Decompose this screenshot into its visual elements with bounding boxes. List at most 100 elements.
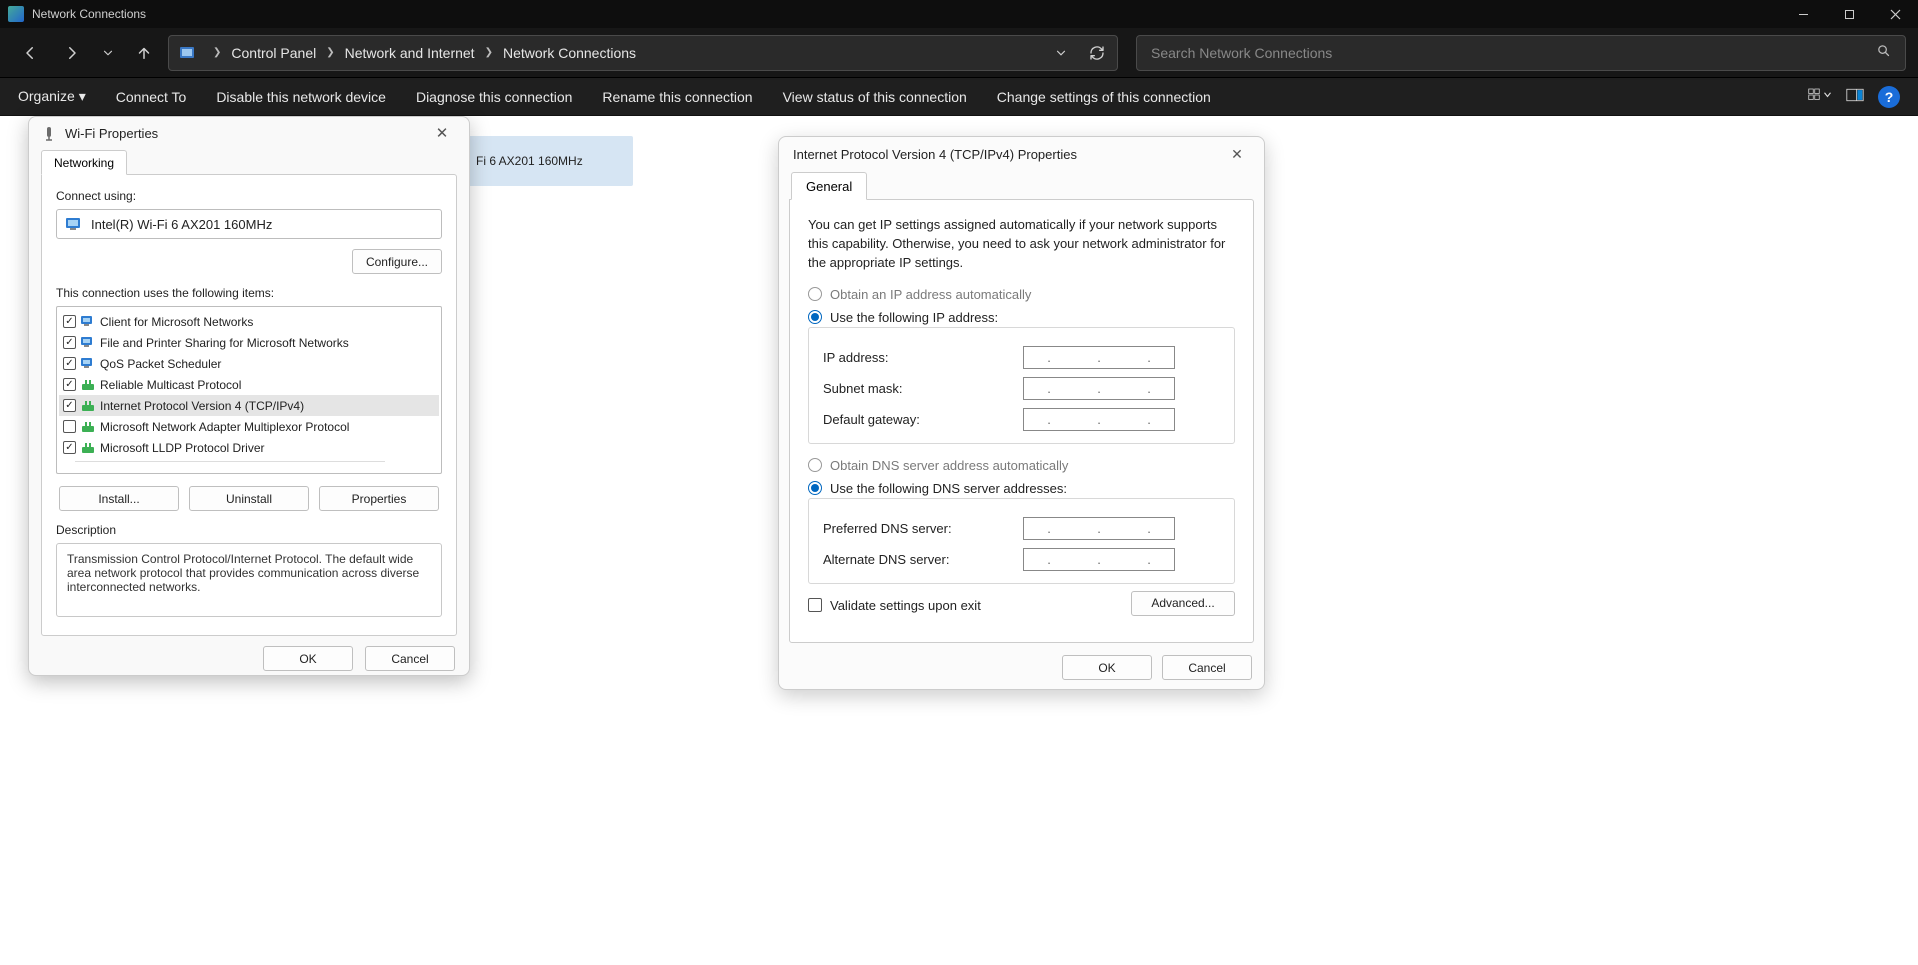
dialog-titlebar[interactable]: Internet Protocol Version 4 (TCP/IPv4) P… xyxy=(779,137,1264,171)
cmd-organize[interactable]: Organize ▾ xyxy=(18,88,86,105)
address-dropdown[interactable] xyxy=(1051,46,1071,60)
radio-dns-auto[interactable]: Obtain DNS server address automatically xyxy=(808,458,1235,473)
breadcrumb-item[interactable]: Control Panel xyxy=(231,45,316,61)
protocol-item[interactable]: QoS Packet Scheduler xyxy=(59,353,439,374)
radio-icon xyxy=(808,310,822,324)
subnet-input[interactable]: ... xyxy=(1023,377,1175,400)
wifi-properties-dialog: Wi-Fi Properties ✕ Networking Connect us… xyxy=(28,116,470,676)
install-button[interactable]: Install... xyxy=(59,486,179,511)
dns-group: Preferred DNS server: ... Alternate DNS … xyxy=(808,498,1235,584)
dialog-titlebar[interactable]: Wi-Fi Properties ✕ xyxy=(29,117,469,149)
protocol-item[interactable]: Client for Microsoft Networks xyxy=(59,311,439,332)
cancel-button[interactable]: Cancel xyxy=(1162,655,1252,680)
cancel-button[interactable]: Cancel xyxy=(365,646,455,671)
command-bar: Organize ▾ Connect To Disable this netwo… xyxy=(0,78,1918,116)
navbar: ❯ Control Panel ❯ Network and Internet ❯… xyxy=(0,28,1918,78)
checkbox-icon[interactable] xyxy=(63,315,76,328)
ip-group: IP address: ... Subnet mask: ... Default… xyxy=(808,327,1235,444)
search-input[interactable] xyxy=(1151,45,1876,61)
checkbox-icon[interactable] xyxy=(63,378,76,391)
cmd-rename[interactable]: Rename this connection xyxy=(602,89,752,105)
close-button[interactable]: ✕ xyxy=(427,124,457,142)
up-button[interactable] xyxy=(126,35,162,71)
content-area: Fi 6 AX201 160MHz Wi-Fi Properties ✕ Net… xyxy=(0,116,1918,965)
protocol-icon xyxy=(80,399,96,413)
protocol-label: Reliable Multicast Protocol xyxy=(100,378,241,392)
protocol-item[interactable]: File and Printer Sharing for Microsoft N… xyxy=(59,332,439,353)
cmd-disable[interactable]: Disable this network device xyxy=(216,89,386,105)
search-box[interactable] xyxy=(1136,35,1906,71)
ip-address-label: IP address: xyxy=(823,350,1023,365)
protocol-item[interactable]: Internet Protocol Version 4 (TCP/IPv4) xyxy=(59,395,439,416)
cmd-change-settings[interactable]: Change settings of this connection xyxy=(997,89,1211,105)
description-label: Description xyxy=(56,523,442,537)
gateway-label: Default gateway: xyxy=(823,412,1023,427)
protocol-icon xyxy=(80,336,96,350)
minimize-button[interactable] xyxy=(1780,0,1826,28)
ip-address-input[interactable]: ... xyxy=(1023,346,1175,369)
checkbox-icon[interactable] xyxy=(63,441,76,454)
search-icon[interactable] xyxy=(1876,43,1891,63)
cmd-connect-to[interactable]: Connect To xyxy=(116,89,187,105)
ok-button[interactable]: OK xyxy=(263,646,353,671)
radio-ip-manual[interactable]: Use the following IP address: xyxy=(808,310,1235,325)
protocol-listbox[interactable]: Client for Microsoft NetworksFile and Pr… xyxy=(56,306,442,474)
protocol-item[interactable]: Microsoft Network Adapter Multiplexor Pr… xyxy=(59,416,439,437)
description-text: Transmission Control Protocol/Internet P… xyxy=(56,543,442,617)
radio-dns-manual[interactable]: Use the following DNS server addresses: xyxy=(808,481,1235,496)
refresh-button[interactable] xyxy=(1087,45,1107,61)
forward-button[interactable] xyxy=(54,35,90,71)
titlebar: Network Connections xyxy=(0,0,1918,28)
alt-dns-input[interactable]: ... xyxy=(1023,548,1175,571)
close-window-button[interactable] xyxy=(1872,0,1918,28)
ipv4-properties-dialog: Internet Protocol Version 4 (TCP/IPv4) P… xyxy=(778,136,1265,690)
protocol-label: Microsoft Network Adapter Multiplexor Pr… xyxy=(100,420,349,434)
checkbox-icon xyxy=(808,598,822,612)
protocol-icon xyxy=(80,420,96,434)
adapter-icon xyxy=(65,216,85,232)
close-button[interactable]: ✕ xyxy=(1224,146,1250,163)
connect-using-label: Connect using: xyxy=(56,189,442,203)
uninstall-button[interactable]: Uninstall xyxy=(189,486,309,511)
gateway-input[interactable]: ... xyxy=(1023,408,1175,431)
protocol-item[interactable]: Microsoft LLDP Protocol Driver xyxy=(59,437,439,458)
adapter-field[interactable]: Intel(R) Wi-Fi 6 AX201 160MHz xyxy=(56,209,442,239)
cmd-view-status[interactable]: View status of this connection xyxy=(783,89,967,105)
pref-dns-input[interactable]: ... xyxy=(1023,517,1175,540)
adapter-tile[interactable]: Fi 6 AX201 160MHz xyxy=(468,136,633,186)
view-options-button[interactable] xyxy=(1808,87,1832,106)
radio-label: Use the following IP address: xyxy=(830,310,998,325)
cmd-diagnose[interactable]: Diagnose this connection xyxy=(416,89,572,105)
horizontal-scrollbar[interactable] xyxy=(75,461,385,470)
pref-dns-label: Preferred DNS server: xyxy=(823,521,1023,536)
advanced-button[interactable]: Advanced... xyxy=(1131,591,1235,616)
dialog-title: Internet Protocol Version 4 (TCP/IPv4) P… xyxy=(793,147,1077,162)
validate-label: Validate settings upon exit xyxy=(830,598,981,613)
help-button[interactable]: ? xyxy=(1878,86,1900,108)
protocol-icon xyxy=(80,315,96,329)
ok-button[interactable]: OK xyxy=(1062,655,1152,680)
chevron-right-icon: ❯ xyxy=(485,47,493,58)
tab-networking[interactable]: Networking xyxy=(41,150,127,175)
checkbox-icon[interactable] xyxy=(63,399,76,412)
tab-general[interactable]: General xyxy=(791,172,867,200)
breadcrumb-item[interactable]: Network and Internet xyxy=(345,45,475,61)
address-bar[interactable]: ❯ Control Panel ❯ Network and Internet ❯… xyxy=(168,35,1118,71)
recent-dropdown[interactable] xyxy=(96,35,120,71)
properties-button[interactable]: Properties xyxy=(319,486,439,511)
maximize-button[interactable] xyxy=(1826,0,1872,28)
app-icon xyxy=(8,6,24,22)
checkbox-icon[interactable] xyxy=(63,336,76,349)
radio-label: Use the following DNS server addresses: xyxy=(830,481,1067,496)
radio-ip-auto[interactable]: Obtain an IP address automatically xyxy=(808,287,1235,302)
checkbox-icon[interactable] xyxy=(63,420,76,433)
checkbox-icon[interactable] xyxy=(63,357,76,370)
breadcrumb-item[interactable]: Network Connections xyxy=(503,45,636,61)
configure-button[interactable]: Configure... xyxy=(352,249,442,274)
back-button[interactable] xyxy=(12,35,48,71)
preview-pane-button[interactable] xyxy=(1846,88,1864,105)
dialog-pane: Connect using: Intel(R) Wi-Fi 6 AX201 16… xyxy=(41,174,457,636)
protocol-item[interactable]: Reliable Multicast Protocol xyxy=(59,374,439,395)
protocol-icon xyxy=(80,357,96,371)
wifi-icon xyxy=(41,125,57,141)
